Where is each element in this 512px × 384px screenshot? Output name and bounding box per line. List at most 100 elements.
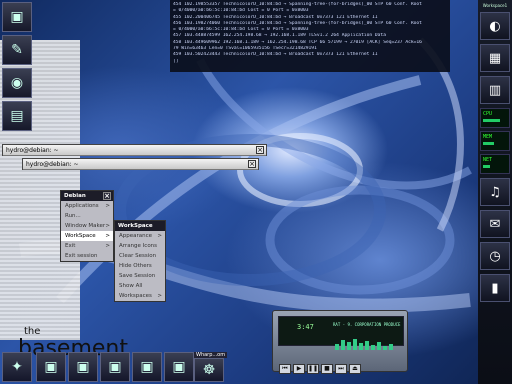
close-icon[interactable]: ×	[248, 160, 256, 168]
debian-menu-title-text: Debian	[64, 193, 86, 199]
clock-icon[interactable]: ◷	[480, 242, 510, 270]
menu-item-label: WorkSpace	[65, 233, 96, 239]
player-spectrum	[335, 331, 401, 350]
menu-item-label: Hide Others	[119, 263, 152, 269]
menu-item-applications[interactable]: Applications >	[61, 201, 113, 211]
monitor-app-icon[interactable]: ▣	[164, 352, 194, 382]
monitor-app-icon[interactable]: ▣	[68, 352, 98, 382]
menu-item-arrange-icons[interactable]: Arrange Icons	[115, 241, 165, 251]
menu-item-hide-others[interactable]: Hide Others	[115, 261, 165, 271]
monitor-app-icon[interactable]: ▣	[36, 352, 66, 382]
debian-root-menu: Debian × Applications > Run... Window Ma…	[60, 190, 114, 262]
wmaker-logo-icon[interactable]: ✦	[2, 352, 32, 382]
eject-icon[interactable]: ⏏	[349, 364, 361, 374]
spectrum-bar	[335, 344, 339, 350]
submenu-arrow-icon: >	[105, 203, 110, 209]
player-track-title: RAT - 9. CORPORATION PRODUCE	[333, 322, 401, 327]
workspace-menu-title[interactable]: WorkSpace	[115, 221, 165, 231]
pause-icon[interactable]: ❚❚	[307, 364, 319, 374]
spectrum-bar	[365, 341, 369, 350]
xterm-window-2-title: hydro@debian: ~	[26, 161, 79, 168]
spectrum-bar	[347, 342, 351, 350]
browser-app-icon[interactable]: ◉	[2, 68, 32, 98]
mem-meter-label: MEM	[483, 134, 493, 140]
menu-item-label: Exit	[65, 243, 76, 249]
terminal-cursor: []	[173, 58, 179, 64]
menu-item-workspaces[interactable]: Workspaces >	[115, 291, 165, 301]
player-display: 3:47 RAT - 9. CORPORATION PRODUCE	[278, 316, 404, 350]
menu-item-label: Show All	[119, 283, 143, 289]
monitor-app-icon[interactable]: ▣	[100, 352, 130, 382]
player-controls: ⏮ ▶ ❚❚ ■ ⏭ ⏏	[279, 355, 363, 374]
spectrum-bar	[353, 339, 357, 350]
xterm-window-1-titlebar[interactable]: hydro@debian: ~ ×	[3, 145, 266, 156]
stop-icon[interactable]: ■	[321, 364, 333, 374]
mem-meter-bar	[483, 142, 494, 145]
monitor-icon[interactable]: ▥	[480, 76, 510, 104]
player-time: 3:47	[297, 323, 314, 331]
barcode-icon[interactable]: ▮	[480, 274, 510, 302]
workspace-submenu: WorkSpace Appearance > Arrange Icons Cle…	[114, 220, 166, 302]
right-dock: Workspace1 ◐ ▦ ▥ CPU MEM NET ♫ ✉ ◷ ▮	[478, 0, 512, 384]
disk-icon[interactable]: ▦	[480, 44, 510, 72]
submenu-arrow-icon: >	[105, 223, 110, 229]
spectrum-bar	[341, 340, 345, 350]
previous-icon[interactable]: ⏮	[279, 364, 291, 374]
workspace-label: Workspace1	[482, 3, 508, 8]
files-app-icon[interactable]: ▤	[2, 101, 32, 131]
menu-item-window-maker[interactable]: Window Maker >	[61, 221, 113, 231]
menu-item-label: Appearance	[119, 233, 153, 239]
menu-item-appearance[interactable]: Appearance >	[115, 231, 165, 241]
clip-icon[interactable]: ◐	[480, 12, 510, 40]
ship-wheel-icon[interactable]: ☸	[194, 358, 224, 382]
terminal-app-icon[interactable]: ▣	[2, 2, 32, 32]
close-icon[interactable]: ×	[103, 192, 111, 200]
xterm-window-2[interactable]: hydro@debian: ~ ×	[22, 158, 259, 170]
debian-menu-title[interactable]: Debian ×	[61, 191, 113, 201]
menu-item-exit[interactable]: Exit >	[61, 241, 113, 251]
menu-item-save-session[interactable]: Save Session	[115, 271, 165, 281]
cpu-meter-bar	[483, 119, 500, 122]
spectrum-bar	[389, 344, 393, 350]
net-meter-bar	[483, 165, 491, 168]
menu-item-label: Exit session	[65, 253, 98, 259]
menu-item-label: Applications	[65, 203, 99, 209]
menu-item-label: Run...	[65, 213, 81, 219]
xterm-window-1-title: hydro@debian: ~	[6, 147, 59, 154]
submenu-arrow-icon: >	[105, 243, 110, 249]
menu-item-label: Save Session	[119, 273, 156, 279]
mem-meter: MEM	[480, 131, 510, 151]
menu-item-clear-session[interactable]: Clear Session	[115, 251, 165, 261]
spectrum-bar	[371, 345, 375, 350]
editor-app-icon[interactable]: ✎	[2, 35, 32, 65]
left-dock: ▣ ✎ ◉ ▤	[2, 2, 34, 134]
close-icon[interactable]: ×	[256, 146, 264, 154]
media-player[interactable]: 3:47 RAT - 9. CORPORATION PRODUCE ⏮ ▶ ❚❚ ■ ⏭…	[272, 310, 408, 374]
workspace-menu-title-text: WorkSpace	[118, 223, 153, 229]
submenu-arrow-icon: >	[105, 233, 110, 239]
menu-item-show-all[interactable]: Show All	[115, 281, 165, 291]
play-icon[interactable]: ▶	[293, 364, 305, 374]
menu-item-label: Clear Session	[119, 253, 157, 259]
cpu-meter-label: CPU	[483, 111, 493, 117]
menu-item-exit-session[interactable]: Exit session	[61, 251, 113, 261]
menu-item-run[interactable]: Run...	[61, 211, 113, 221]
menu-item-label: Arrange Icons	[119, 243, 158, 249]
net-meter: NET	[480, 154, 510, 174]
spectrum-bar	[377, 342, 381, 350]
mixer-icon[interactable]: ♫	[480, 178, 510, 206]
monitor-app-icon[interactable]: ▣	[132, 352, 162, 382]
xterm-window-2-titlebar[interactable]: hydro@debian: ~ ×	[23, 159, 258, 170]
spectrum-bar	[359, 343, 363, 350]
mail-icon[interactable]: ✉	[480, 210, 510, 238]
spectrum-bar	[383, 346, 387, 350]
menu-item-workspace[interactable]: WorkSpace >	[61, 231, 113, 241]
menu-item-label: Window Maker	[65, 223, 106, 229]
packet-capture-terminal[interactable]: 454 102.198553357 TechnicolorD_10:84:bd …	[170, 0, 450, 72]
next-icon[interactable]: ⏭	[335, 364, 347, 374]
submenu-arrow-icon: >	[157, 293, 162, 299]
menu-item-label: Workspaces	[119, 293, 152, 299]
submenu-arrow-icon: >	[157, 233, 162, 239]
xterm-window-1[interactable]: hydro@debian: ~ ×	[2, 144, 267, 156]
cpu-meter: CPU	[480, 108, 510, 128]
